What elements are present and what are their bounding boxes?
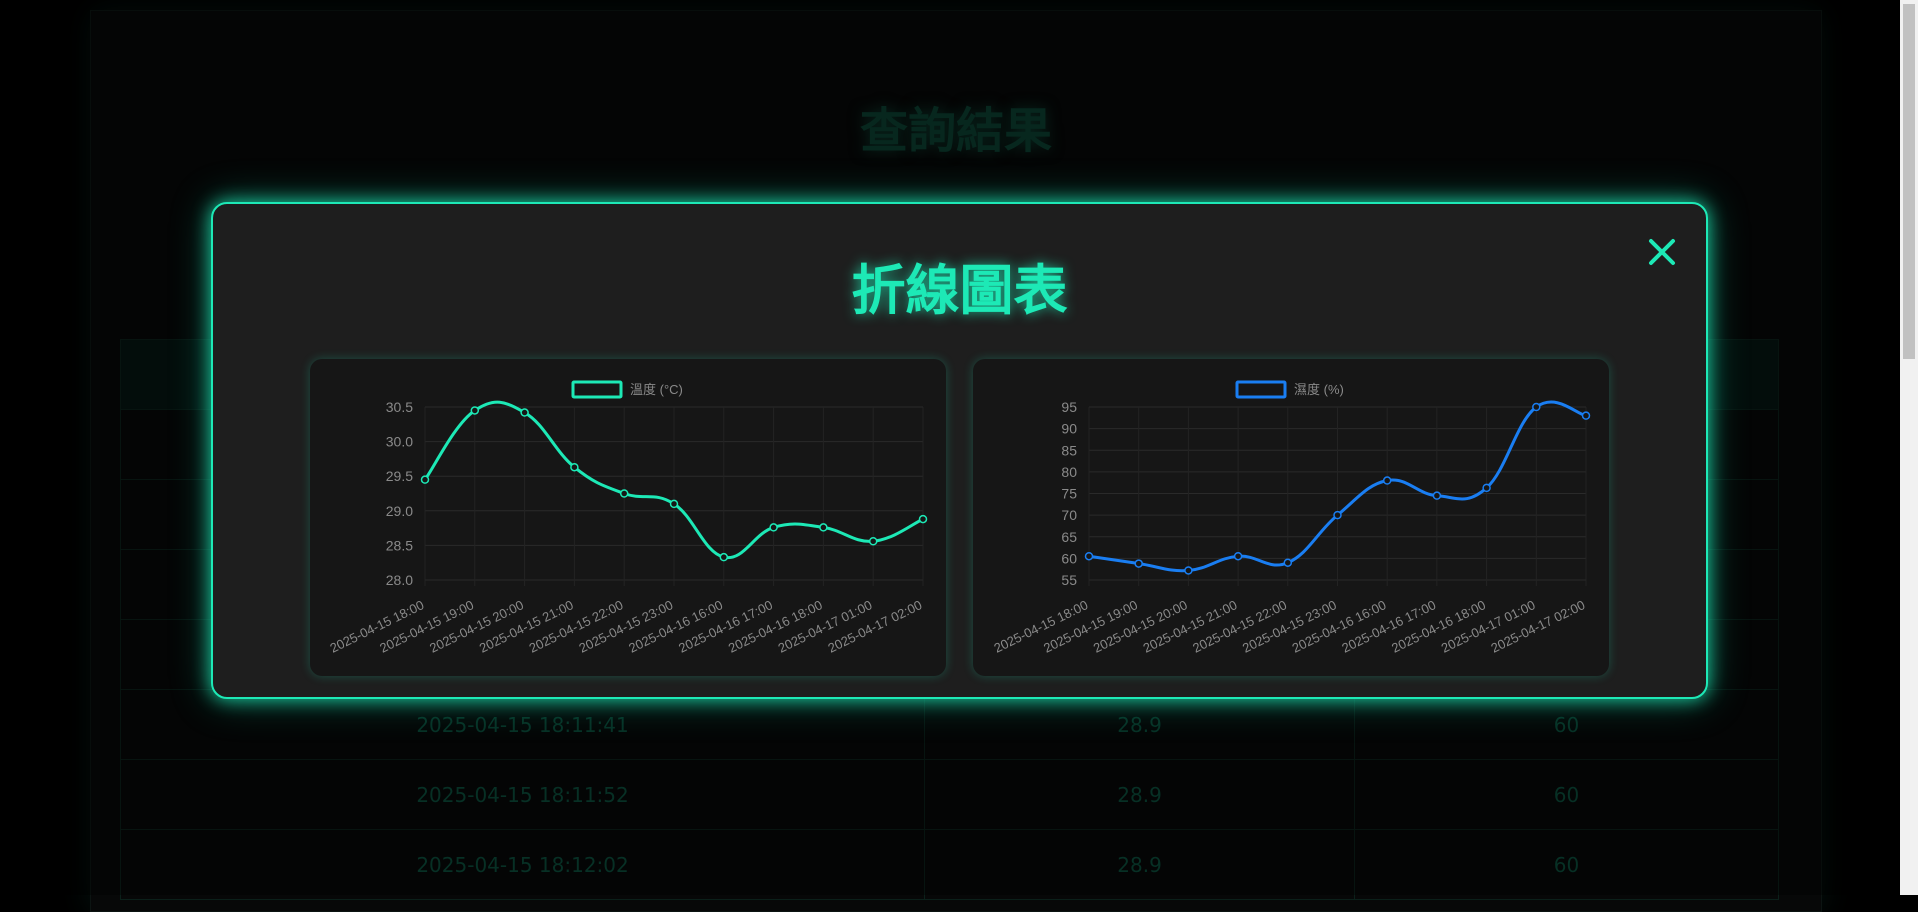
y-tick-label: 80 (1061, 464, 1077, 480)
data-point[interactable] (570, 462, 579, 472)
y-tick-label: 55 (1061, 572, 1077, 588)
legend-swatch (1235, 380, 1287, 399)
page: 查詢結果 2025-04-15 18:11:41 28.9 60 2025-04… (0, 0, 1918, 912)
data-point[interactable] (1134, 559, 1143, 568)
humidity-chart: 濕度 (%)5560657075808590952025-04-15 18:00… (991, 380, 1591, 656)
data-point[interactable] (420, 475, 430, 484)
y-tick-label: 30.5 (386, 399, 413, 415)
chart-modal: 折線圖表 溫度 (°C) 28.0 28.5 29.0 29.5 30.0 30.5 2025… (211, 202, 1708, 699)
y-tick-label: 29.5 (386, 468, 413, 484)
chart-legend[interactable]: 濕度 (%) (1235, 380, 1344, 399)
data-point[interactable] (1333, 510, 1342, 520)
y-tick-label: 30.0 (386, 434, 413, 450)
data-point[interactable] (1233, 551, 1243, 561)
y-tick-label: 28.5 (386, 537, 413, 553)
y-tick-label: 29.0 (386, 503, 413, 519)
data-point[interactable] (1283, 558, 1293, 567)
data-point[interactable] (1482, 483, 1491, 493)
modal-title: 折線圖表 (851, 259, 1068, 322)
legend-swatch (571, 380, 623, 399)
data-point[interactable] (769, 523, 778, 532)
y-tick-label: 60 (1061, 550, 1077, 566)
y-tick-label: 75 (1061, 486, 1077, 502)
data-point[interactable] (669, 499, 679, 509)
data-point[interactable] (470, 406, 480, 415)
data-point[interactable] (1184, 566, 1193, 575)
data-point[interactable] (819, 523, 828, 532)
y-tick-label: 85 (1061, 442, 1077, 458)
legend-label: 濕度 (%) (1294, 382, 1344, 397)
legend-label: 溫度 (°C) (630, 382, 683, 397)
data-point[interactable] (918, 514, 928, 524)
y-tick-label: 90 (1061, 421, 1077, 437)
data-point[interactable] (1382, 476, 1392, 485)
y-tick-label: 28.0 (386, 572, 413, 588)
scrollbar-thumb[interactable] (1903, 4, 1915, 359)
data-point[interactable] (520, 408, 529, 417)
y-tick-label: 95 (1061, 399, 1077, 415)
temperature-chart: 溫度 (°C)28.028.529.029.530.030.52025-04-1… (327, 380, 928, 656)
temperature-chart-card: 溫度 (°C) 28.0 28.5 29.0 29.5 30.0 30.5 2025-04-1… (310, 359, 946, 676)
y-tick-label: 70 (1061, 507, 1077, 523)
chart-legend[interactable]: 溫度 (°C) (571, 380, 683, 399)
data-point[interactable] (868, 536, 878, 546)
data-point[interactable] (719, 552, 729, 562)
data-point[interactable] (1084, 551, 1094, 561)
humidity-chart-card: 濕度 (%) 55 60 65 70 75 80 85 90 95 2025-04-15 18:00… (973, 359, 1609, 676)
page-scrollbar[interactable] (1900, 0, 1918, 895)
data-point[interactable] (1581, 411, 1591, 420)
data-point[interactable] (1532, 402, 1541, 412)
y-tick-label: 65 (1061, 529, 1077, 545)
data-point[interactable] (1432, 491, 1442, 500)
data-point[interactable] (619, 489, 629, 498)
